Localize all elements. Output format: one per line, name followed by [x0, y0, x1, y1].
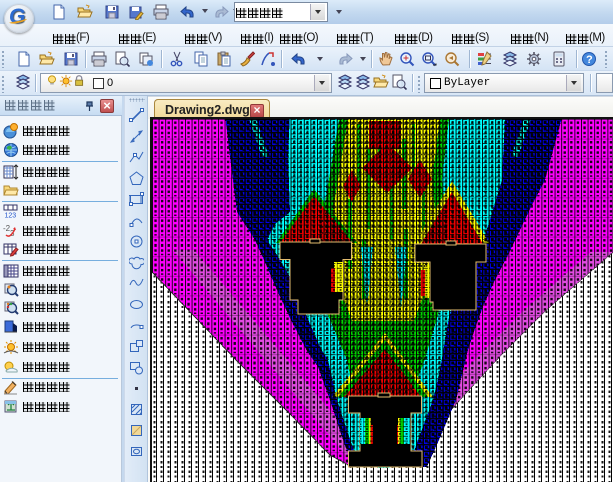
svg-text:123: 123 — [5, 213, 17, 220]
svg-text:?: ? — [586, 54, 593, 66]
